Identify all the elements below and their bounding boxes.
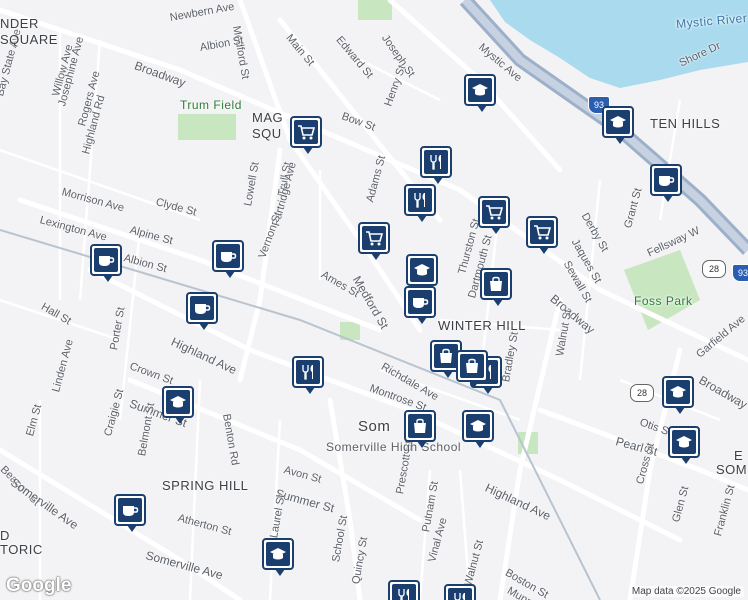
coffee-cup-icon — [408, 290, 432, 314]
park-label: Trum Field — [180, 98, 242, 112]
cafe-pin[interactable] — [90, 244, 122, 282]
shopping-pin[interactable] — [480, 268, 512, 306]
graduation-cap-icon — [266, 542, 290, 566]
restaurant-pin[interactable] — [444, 584, 476, 600]
map-attribution[interactable]: Map data ©2025 Google — [628, 586, 744, 597]
coffee-cup-icon — [94, 248, 118, 272]
shopping-bag-icon — [434, 344, 458, 368]
area-label: D — [0, 528, 10, 543]
area-label: SPRING HILL — [162, 478, 249, 493]
route-shield: 28 — [702, 260, 726, 278]
cafe-pin[interactable] — [212, 240, 244, 278]
shopping-bag-icon — [484, 272, 508, 296]
shopping-pin[interactable] — [404, 410, 436, 448]
shopping-bag-icon — [408, 414, 432, 438]
cafe-pin[interactable] — [114, 494, 146, 532]
shopping-cart-icon — [530, 220, 554, 244]
cafe-pin[interactable] — [186, 292, 218, 330]
shopping-cart-icon — [294, 120, 318, 144]
restaurant-pin[interactable] — [388, 580, 420, 600]
area-label: TEN HILLS — [650, 116, 721, 131]
school-pin[interactable] — [162, 386, 194, 424]
area-label: SOM — [716, 462, 748, 477]
graduation-cap-icon — [672, 430, 696, 454]
school-pin[interactable] — [602, 106, 634, 144]
fork-knife-icon — [424, 150, 448, 174]
cafe-pin[interactable] — [404, 286, 436, 324]
cafe-pin[interactable] — [650, 164, 682, 202]
school-pin[interactable] — [668, 426, 700, 464]
map-canvas[interactable]: Newbern Ave Medford St Albion St Broadwa… — [0, 0, 748, 600]
coffee-cup-icon — [216, 244, 240, 268]
restaurant-pin[interactable] — [404, 184, 436, 222]
area-label: NDER — [0, 16, 39, 31]
coffee-cup-icon — [190, 296, 214, 320]
trum-field-park — [178, 114, 236, 140]
coffee-cup-icon — [654, 168, 678, 192]
area-label: Som — [358, 418, 391, 435]
coffee-cup-icon — [118, 498, 142, 522]
school-pin[interactable] — [662, 376, 694, 414]
fork-knife-icon — [448, 588, 472, 600]
graduation-cap-icon — [606, 110, 630, 134]
google-logo[interactable]: Google — [6, 575, 71, 597]
grocery-pin[interactable] — [358, 222, 390, 260]
grocery-pin[interactable] — [290, 116, 322, 154]
school-pin[interactable] — [262, 538, 294, 576]
restaurant-pin[interactable] — [420, 146, 452, 184]
graduation-cap-icon — [666, 380, 690, 404]
graduation-cap-icon — [410, 258, 434, 282]
graduation-cap-icon — [466, 414, 490, 438]
school-pin[interactable] — [464, 74, 496, 112]
shopping-cart-icon — [482, 200, 506, 224]
area-label: SQU — [252, 126, 282, 141]
school-pin[interactable] — [406, 254, 438, 292]
fork-knife-icon — [392, 584, 416, 600]
graduation-cap-icon — [166, 390, 190, 414]
park-1 — [358, 0, 392, 20]
grocery-pin[interactable] — [526, 216, 558, 254]
area-label: TORIC — [0, 542, 43, 557]
graduation-cap-icon — [468, 78, 492, 102]
interstate-shield: 93 — [732, 264, 748, 282]
restaurant-pin[interactable] — [292, 356, 324, 394]
route-shield: 28 — [630, 384, 654, 402]
school-label: Somerville High School — [326, 440, 462, 454]
fork-knife-icon — [296, 360, 320, 384]
school-pin[interactable] — [462, 410, 494, 448]
shopping-bag-icon — [460, 354, 484, 378]
area-label: WINTER HILL — [438, 318, 526, 333]
fork-knife-icon — [408, 188, 432, 212]
area-label: SQUARE — [0, 32, 58, 47]
shopping-cart-icon — [362, 226, 386, 250]
area-label: E — [734, 448, 744, 463]
area-label: MAG — [252, 110, 284, 125]
grocery-pin[interactable] — [478, 196, 510, 234]
park-label: Foss Park — [634, 294, 693, 308]
shopping-pin[interactable] — [456, 350, 488, 388]
